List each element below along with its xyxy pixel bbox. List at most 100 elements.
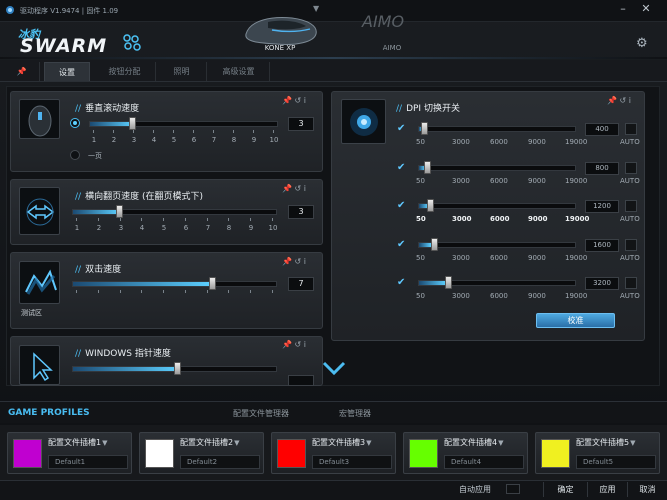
scroll-mode-radio[interactable] <box>70 118 80 128</box>
profile-slot[interactable]: 配置文件插槽3▼ Default3 <box>271 432 396 474</box>
double-click-test-area[interactable] <box>19 261 60 304</box>
app-window: 驱动程序 V1.9474 | 固件 1.09 – ✕ 冰豹 SWARM ▼ KO… <box>0 0 667 500</box>
dpi-scale-label: 6000 <box>490 215 510 223</box>
dpi-slider[interactable] <box>418 126 576 132</box>
profile-name[interactable]: 配置文件插槽3▼ <box>312 437 371 448</box>
pointer-speed-title: //WINDOWS 指针速度 <box>75 349 171 359</box>
dpi-auto-checkbox[interactable] <box>625 239 637 251</box>
dpi-enable-checkbox[interactable]: ✔ <box>397 124 407 134</box>
tab-button-assignment[interactable]: 按钮分配 <box>94 62 156 81</box>
horizontal-scroll-knob[interactable] <box>116 205 123 218</box>
double-click-knob[interactable] <box>209 277 216 290</box>
vertical-scroll-title: //垂直滚动速度 <box>75 104 140 114</box>
macro-manager-tab[interactable]: 宏管理器 <box>339 408 371 419</box>
dpi-slider-knob[interactable] <box>431 238 438 251</box>
profile-default-field[interactable]: Default3 <box>312 455 392 469</box>
vertical-scroll-slider[interactable] <box>89 121 278 127</box>
tick-label: 9 <box>251 136 257 144</box>
tab-advanced[interactable]: 高级设置 <box>208 62 270 81</box>
dpi-slider-knob[interactable] <box>421 122 428 135</box>
dpi-slider[interactable] <box>418 242 576 248</box>
dpi-auto-checkbox[interactable] <box>625 123 637 135</box>
profile-slot[interactable]: 配置文件插槽2▼ Default2 <box>139 432 264 474</box>
profile-name[interactable]: 配置文件插槽5▼ <box>576 437 635 448</box>
dpi-slider-knob[interactable] <box>424 161 431 174</box>
tick-mark <box>141 290 142 293</box>
device-label-aimo[interactable]: AIMO <box>362 44 422 52</box>
dpi-slider[interactable] <box>418 165 576 171</box>
profile-default-field[interactable]: Default2 <box>180 455 260 469</box>
pin-icon[interactable]: 📌 <box>4 62 40 81</box>
pointer-speed-knob[interactable] <box>174 362 181 375</box>
vertical-scroll-knob[interactable] <box>129 117 136 130</box>
dpi-enable-checkbox[interactable]: ✔ <box>397 163 407 173</box>
panel-icons[interactable]: 📌 ↺ i <box>282 257 306 266</box>
profile-default-field[interactable]: Default1 <box>48 455 128 469</box>
vertical-scroll-value[interactable]: 3 <box>288 117 314 131</box>
panel-icons[interactable]: 📌 ↺ i <box>282 96 306 105</box>
profile-color-swatch[interactable] <box>409 439 438 468</box>
panel-icons[interactable]: 📌 ↺ i <box>282 184 306 193</box>
tick-mark <box>120 290 121 293</box>
chevron-down-icon[interactable]: ▼ <box>630 439 635 447</box>
chevron-down-icon[interactable] <box>322 360 346 376</box>
tab-settings[interactable]: 设置 <box>44 62 90 81</box>
ok-button[interactable]: 确定 <box>543 482 587 497</box>
profile-slot[interactable]: 配置文件插槽5▼ Default5 <box>535 432 660 474</box>
device-label-kone[interactable]: KONE XP <box>240 44 320 52</box>
dpi-value[interactable]: 1200 <box>585 200 619 213</box>
dpi-auto-checkbox[interactable] <box>625 200 637 212</box>
horizontal-scroll-value[interactable]: 3 <box>288 205 314 219</box>
dpi-value[interactable]: 400 <box>585 123 619 136</box>
panel-icons[interactable]: 📌 ↺ i <box>282 340 306 349</box>
pointer-speed-value[interactable] <box>288 375 314 386</box>
dpi-slider[interactable] <box>418 203 576 209</box>
minimize-button[interactable]: – <box>615 2 631 16</box>
profile-default-field[interactable]: Default5 <box>576 455 656 469</box>
dpi-enable-checkbox[interactable]: ✔ <box>397 278 407 288</box>
calibrate-button[interactable]: 校准 <box>536 313 615 328</box>
profile-slot[interactable]: 配置文件插槽1▼ Default1 <box>7 432 132 474</box>
dpi-slider-knob[interactable] <box>445 276 452 289</box>
profile-color-swatch[interactable] <box>13 439 42 468</box>
game-profiles-label[interactable]: GAME PROFILES <box>8 408 90 418</box>
horizontal-scroll-slider[interactable] <box>72 209 277 215</box>
profile-name-text: 配置文件插槽3 <box>312 438 366 447</box>
close-icon[interactable]: ✕ <box>638 2 654 16</box>
double-click-slider[interactable] <box>72 281 277 287</box>
dpi-auto-checkbox[interactable] <box>625 277 637 289</box>
auto-apply-toggle[interactable] <box>506 484 520 494</box>
profile-name[interactable]: 配置文件插槽1▼ <box>48 437 107 448</box>
page-mode-radio[interactable] <box>70 150 80 160</box>
profile-default-field[interactable]: Default4 <box>444 455 524 469</box>
dpi-value[interactable]: 3200 <box>585 277 619 290</box>
profile-name[interactable]: 配置文件插槽2▼ <box>180 437 239 448</box>
double-click-value[interactable]: 7 <box>288 277 314 291</box>
profile-color-swatch[interactable] <box>277 439 306 468</box>
profile-slot[interactable]: 配置文件插槽4▼ Default4 <box>403 432 528 474</box>
tab-lighting[interactable]: 照明 <box>157 62 207 81</box>
profile-color-swatch[interactable] <box>541 439 570 468</box>
dpi-enable-checkbox[interactable]: ✔ <box>397 201 407 211</box>
apply-button[interactable]: 应用 <box>587 482 627 497</box>
chevron-down-icon[interactable]: ▼ <box>102 439 107 447</box>
device-dropdown-icon[interactable]: ▼ <box>313 4 319 13</box>
dpi-scale-label: 50 <box>416 292 425 300</box>
dpi-value[interactable]: 800 <box>585 162 619 175</box>
dpi-value[interactable]: 1600 <box>585 239 619 252</box>
tick-label: 9 <box>248 224 254 232</box>
dpi-slider[interactable] <box>418 280 576 286</box>
device-logo-aimo[interactable]: AIMO <box>362 12 442 31</box>
dpi-enable-checkbox[interactable]: ✔ <box>397 240 407 250</box>
profile-name[interactable]: 配置文件插槽4▼ <box>444 437 503 448</box>
profile-manager-tab[interactable]: 配置文件管理器 <box>233 408 289 419</box>
gear-icon[interactable]: ⚙ <box>636 36 648 51</box>
chevron-down-icon[interactable]: ▼ <box>234 439 239 447</box>
dpi-auto-checkbox[interactable] <box>625 162 637 174</box>
panel-icons[interactable]: 📌 ↺ i <box>607 96 631 105</box>
dpi-slider-knob[interactable] <box>427 199 434 212</box>
cancel-button[interactable]: 取消 <box>627 482 667 497</box>
chevron-down-icon[interactable]: ▼ <box>366 439 371 447</box>
profile-color-swatch[interactable] <box>145 439 174 468</box>
chevron-down-icon[interactable]: ▼ <box>498 439 503 447</box>
